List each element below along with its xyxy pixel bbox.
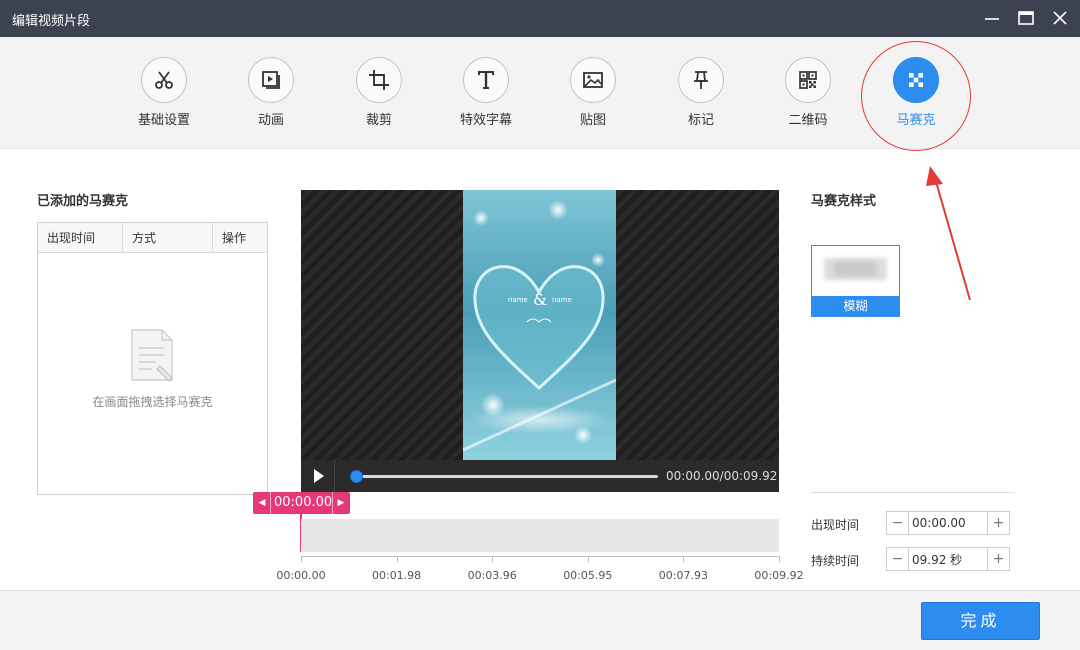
tab-sticker[interactable]: 贴图	[548, 57, 638, 137]
qrcode-icon	[785, 57, 831, 103]
tab-label: 标记	[687, 113, 714, 128]
crop-icon	[356, 57, 402, 103]
annotation-arrow-icon	[926, 166, 971, 301]
timeline-tick	[682, 556, 684, 562]
column-header-method: 方式	[122, 223, 212, 253]
timeline-tick	[587, 556, 589, 562]
tab-crop[interactable]: 裁剪	[334, 57, 424, 137]
timeline-tick-label: 00:09.92	[754, 569, 804, 582]
added-mosaic-table: 出现时间 方式 操作 在画面拖拽选择马赛克	[37, 222, 268, 495]
playhead-handle[interactable]: ◀ 00:00.00 ▶	[253, 492, 350, 514]
progress-bar[interactable]	[350, 470, 658, 483]
done-button[interactable]: 完成	[921, 602, 1040, 640]
tab-basic-settings[interactable]: 基础设置	[119, 57, 209, 137]
style-name: 模糊	[812, 296, 899, 316]
caret-left-icon: ◀	[258, 498, 266, 508]
video-frame: name & name	[463, 190, 616, 460]
increase-start-button[interactable]: +	[987, 512, 1009, 534]
empty-document-icon	[131, 329, 173, 382]
timeline-tick-label: 00:03.96	[467, 569, 517, 582]
increase-duration-button[interactable]: +	[987, 548, 1009, 570]
overlay-ampersand: &	[533, 290, 547, 309]
tab-effect-subtitle[interactable]: 特效字幕	[441, 57, 531, 137]
overlay-name-left: name	[508, 296, 528, 304]
mosaic-style-blur[interactable]: 模糊	[811, 245, 900, 317]
scissors-icon	[141, 57, 187, 103]
timeline-tick-label: 00:01.98	[371, 569, 422, 582]
timecode: 00:00.00/00:09.92	[666, 469, 778, 483]
tab-animation[interactable]: 动画	[226, 57, 316, 137]
start-time-input[interactable]	[912, 514, 984, 532]
timeline-tick	[491, 556, 493, 562]
tab-label: 二维码	[788, 113, 828, 128]
mosaic-style-title: 马赛克样式	[811, 194, 877, 209]
caret-right-icon: ▶	[337, 498, 345, 508]
video-controls: 00:00.00/00:09.92	[301, 460, 779, 492]
tab-marker[interactable]: 标记	[656, 57, 746, 137]
tool-tabs: 基础设置 动画 裁剪 特效字幕 贴图 标记 二维码 马赛克	[0, 37, 1080, 149]
animation-icon	[248, 57, 294, 103]
timeline-tick	[396, 556, 398, 562]
minimize-icon[interactable]	[980, 6, 1004, 30]
image-icon	[570, 57, 616, 103]
column-header-action: 操作	[212, 223, 267, 253]
timeline-track[interactable]	[301, 519, 779, 552]
video-frame-image: name & name	[463, 190, 616, 460]
start-time-stepper: − +	[886, 511, 1010, 535]
tab-label: 特效字幕	[459, 113, 512, 128]
duration-label: 持续时间	[811, 554, 860, 568]
decrease-start-button[interactable]: −	[887, 512, 909, 534]
tab-label: 贴图	[579, 113, 606, 128]
play-icon[interactable]	[301, 460, 335, 492]
start-time-label: 出现时间	[811, 518, 860, 532]
mosaic-icon	[893, 57, 939, 103]
divider	[270, 492, 271, 514]
timeline-tick-label: 00:07.93	[658, 569, 708, 582]
empty-hint: 在画面拖拽选择马赛克	[92, 395, 213, 409]
footer-bar: 完成	[0, 590, 1080, 650]
timeline-tick	[778, 556, 780, 562]
duration-stepper: − +	[886, 547, 1010, 571]
maximize-icon[interactable]	[1014, 6, 1038, 30]
divider	[811, 492, 1015, 493]
tab-label: 动画	[257, 113, 284, 128]
table-header: 出现时间 方式 操作	[38, 223, 267, 253]
tab-mosaic[interactable]: 马赛克	[871, 57, 961, 137]
tab-label: 基础设置	[137, 113, 190, 128]
divider	[332, 492, 333, 514]
column-header-time: 出现时间	[47, 231, 96, 245]
window-title: 编辑视频片段	[12, 14, 91, 29]
tab-qrcode[interactable]: 二维码	[763, 57, 853, 137]
text-icon	[463, 57, 509, 103]
blur-preview-inner	[834, 262, 876, 276]
tab-label: 马赛克	[896, 113, 936, 128]
added-mosaic-title: 已添加的马赛克	[37, 194, 129, 209]
timeline-tick-label: 00:00.00	[276, 569, 326, 582]
tab-label: 裁剪	[365, 113, 392, 128]
close-icon[interactable]	[1048, 6, 1072, 30]
decrease-duration-button[interactable]: −	[887, 548, 909, 570]
title-bar: 编辑视频片段	[0, 0, 1080, 37]
pin-icon	[678, 57, 724, 103]
timeline-tick-label: 00:05.95	[563, 569, 613, 582]
timeline-tick	[300, 556, 302, 562]
timeline-ruler	[301, 556, 779, 557]
edit-video-clip-window: 编辑视频片段 基础设置 动画 裁剪 特效字幕 贴图 标记 二维码 马赛克 已添加…	[0, 0, 1080, 650]
duration-input[interactable]	[912, 550, 984, 568]
playhead-time: 00:00.00	[274, 495, 333, 510]
progress-knob[interactable]	[350, 470, 363, 483]
overlay-name-right: name	[552, 296, 572, 304]
video-preview[interactable]: name & name	[301, 190, 779, 460]
